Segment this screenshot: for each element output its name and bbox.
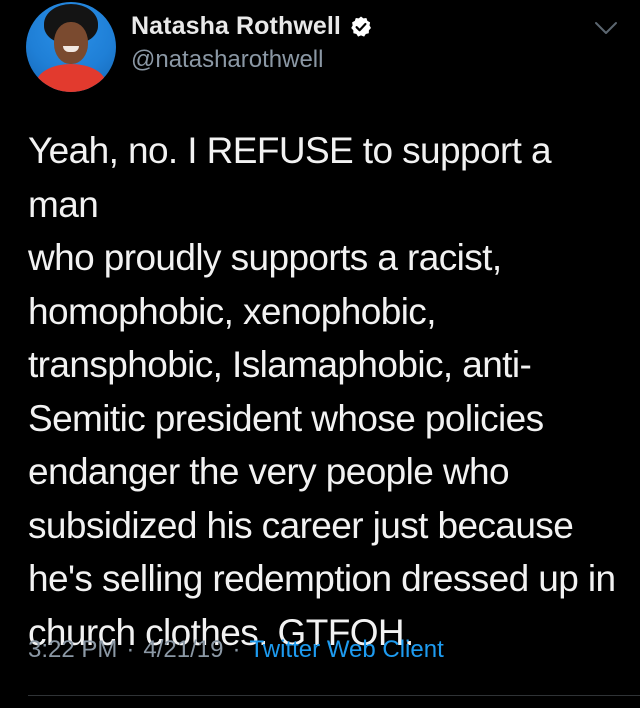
divider (28, 695, 640, 696)
author-name-row[interactable]: Natasha Rothwell (131, 12, 373, 41)
avatar-face (54, 22, 88, 64)
tweet-time[interactable]: 3:22 PM (28, 636, 117, 664)
tweet-client-link[interactable]: Twitter Web Client (249, 636, 443, 664)
avatar-clothing (36, 64, 106, 92)
verified-badge-icon (351, 16, 371, 37)
meta-separator: · (126, 636, 135, 663)
author-handle[interactable]: @natasharothwell (131, 46, 323, 74)
chevron-down-icon[interactable] (593, 20, 619, 36)
avatar[interactable] (26, 2, 116, 92)
tweet-date[interactable]: 4/21/19 (143, 636, 223, 664)
tweet-card: Natasha Rothwell @natasharothwell Yeah, … (0, 0, 640, 708)
meta-separator: · (232, 636, 241, 663)
tweet-metadata: 3:22 PM · 4/21/19 · Twitter Web Client (28, 636, 444, 664)
author-display-name[interactable]: Natasha Rothwell (131, 12, 341, 41)
tweet-text: Yeah, no. I REFUSE to support a man who … (28, 130, 616, 653)
